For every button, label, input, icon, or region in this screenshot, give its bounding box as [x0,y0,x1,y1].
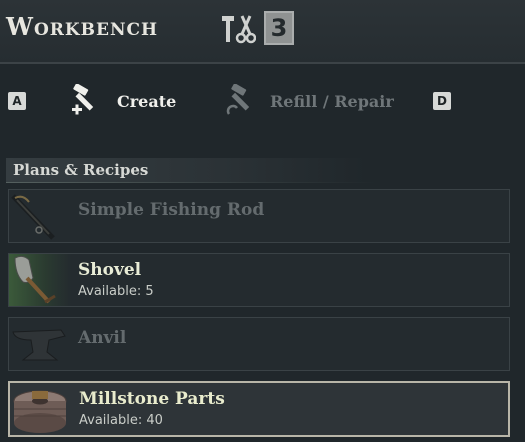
recipe-simple-fishing-rod[interactable]: Simple Fishing Rod [8,189,510,243]
recipe-name: Simple Fishing Rod [78,200,265,220]
shovel-icon [9,254,71,306]
header-divider [0,62,525,64]
tab-refill-label: Refill / Repair [270,92,394,111]
page-title: Workbench [6,12,159,41]
repair-hammer-icon [226,84,250,115]
recipe-available-count: Available: 40 [79,413,163,428]
key-hint-a[interactable]: A [8,92,26,110]
recipe-name: Millstone Parts [79,389,225,409]
fishing-rod-icon [9,190,71,242]
recipe-available-count: Available: 5 [78,284,154,299]
create-hammer-icon [72,84,94,115]
recipe-name: Shovel [78,260,142,280]
plans-section-header: Plans & Recipes [6,158,366,182]
tab-create-label: Create [117,92,177,111]
recipe-shovel[interactable]: Shovel Available: 5 [8,253,510,307]
anvil-icon [9,318,71,370]
section-title: Plans & Recipes [13,161,149,179]
hammer-scissors-icon [222,15,256,44]
tab-refill-repair[interactable]: Refill / Repair [226,84,406,120]
millstone-icon [10,383,72,435]
recipe-anvil[interactable]: Anvil [8,317,510,371]
recipe-name: Anvil [78,328,127,348]
recipe-millstone-parts[interactable]: Millstone Parts Available: 40 [8,381,510,437]
workbench-header: Workbench 3 [0,0,525,62]
tab-create[interactable]: Create [70,84,190,120]
section-rule [6,182,376,183]
key-hint-d[interactable]: D [433,92,451,110]
tier-badge: 3 [264,11,294,45]
